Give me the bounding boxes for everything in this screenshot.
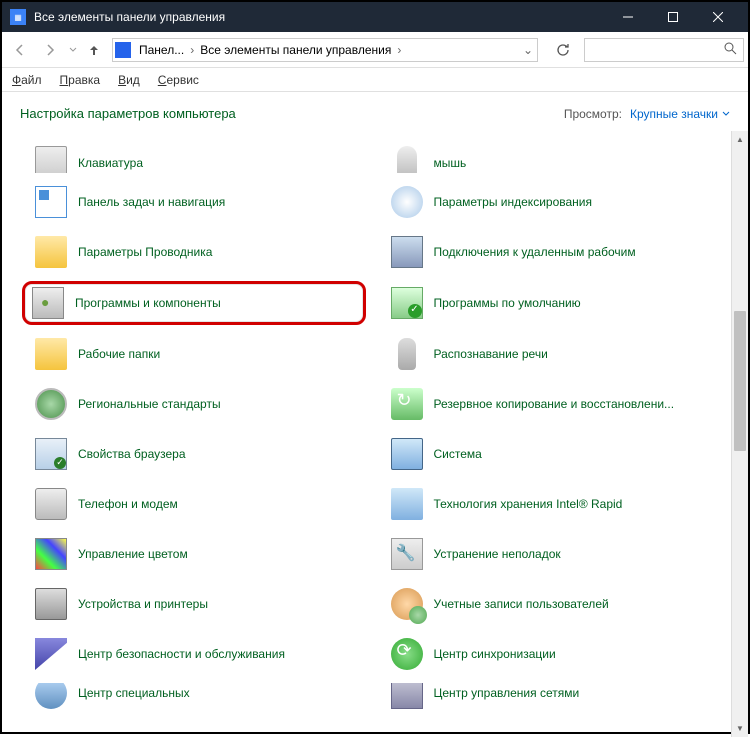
color-icon — [35, 538, 67, 570]
microphone-icon — [398, 338, 416, 370]
storage-icon — [391, 488, 423, 520]
network-icon — [391, 683, 423, 709]
item-color[interactable]: Управление цветом — [30, 533, 366, 575]
view-label: Просмотр: — [564, 107, 622, 121]
defaults-icon — [391, 287, 423, 319]
refresh-icon — [556, 43, 570, 57]
close-button[interactable] — [695, 2, 740, 32]
item-explorer[interactable]: Параметры Проводника — [30, 231, 366, 273]
indexing-icon — [391, 186, 423, 218]
address-bar[interactable]: Панел... › Все элементы панели управлени… — [112, 38, 538, 62]
header: Настройка параметров компьютера Просмотр… — [2, 92, 748, 131]
back-icon — [12, 42, 28, 58]
mouse-icon — [397, 146, 417, 173]
menu-edit[interactable]: Правка — [60, 73, 101, 87]
sync-icon — [391, 638, 423, 670]
menubar: Файл Правка Вид Сервис — [2, 68, 748, 92]
item-access[interactable]: Центр специальных — [30, 683, 366, 725]
phone-icon — [35, 488, 67, 520]
item-security[interactable]: Центр безопасности и обслуживания — [30, 633, 366, 675]
menu-file[interactable]: Файл — [12, 73, 42, 87]
breadcrumb-seg2[interactable]: Все элементы панели управления — [196, 43, 395, 57]
scroll-down-button[interactable]: ▼ — [732, 720, 748, 737]
item-troubleshoot[interactable]: Устранение неполадок — [386, 533, 722, 575]
item-indexing[interactable]: Параметры индексирования — [386, 181, 722, 223]
item-mouse[interactable]: мышь — [386, 131, 722, 173]
users-icon — [391, 588, 423, 620]
monitor-icon — [391, 438, 423, 470]
item-backup[interactable]: Резервное копирование и восстановлени... — [386, 383, 722, 425]
window-title: Все элементы панели управления — [34, 10, 605, 24]
scroll-thumb[interactable] — [734, 311, 746, 451]
item-network[interactable]: Центр управления сетями — [386, 683, 722, 725]
scroll-up-button[interactable]: ▲ — [732, 131, 748, 148]
item-phone[interactable]: Телефон и модем — [30, 483, 366, 525]
programs-icon — [32, 287, 64, 319]
item-region[interactable]: Региональные стандарты — [30, 383, 366, 425]
search-input[interactable] — [584, 38, 744, 62]
control-panel-icon: ▦ — [10, 9, 26, 25]
item-users[interactable]: Учетные записи пользователей — [386, 583, 722, 625]
folder-icon — [35, 236, 67, 268]
up-icon — [87, 43, 101, 57]
remote-icon — [391, 236, 423, 268]
chevron-down-icon — [69, 46, 77, 54]
flag-icon — [35, 638, 67, 670]
recent-button[interactable] — [66, 36, 80, 64]
page-title: Настройка параметров компьютера — [20, 106, 236, 121]
minimize-icon — [623, 12, 633, 22]
item-speech[interactable]: Распознавание речи — [386, 333, 722, 375]
minimize-button[interactable] — [605, 2, 650, 32]
refresh-button[interactable] — [548, 38, 578, 62]
back-button[interactable] — [6, 36, 34, 64]
taskbar-icon — [35, 186, 67, 218]
close-icon — [713, 12, 723, 22]
breadcrumb-seg1[interactable]: Панел... — [135, 43, 188, 57]
search-icon — [724, 42, 737, 58]
up-button[interactable] — [82, 38, 106, 62]
menu-view[interactable]: Вид — [118, 73, 140, 87]
printer-icon — [35, 588, 67, 620]
item-taskbar[interactable]: Панель задач и навигация — [30, 181, 366, 223]
chevron-right-icon: › — [188, 43, 196, 57]
item-system[interactable]: Система — [386, 433, 722, 475]
navbar: Панел... › Все элементы панели управлени… — [2, 32, 748, 68]
keyboard-icon — [35, 146, 67, 173]
item-programs[interactable]: Программы и компоненты — [22, 281, 366, 325]
workfolders-icon — [35, 338, 67, 370]
items-panel: Клавиатура мышь Панель задач и навигация… — [2, 131, 731, 737]
titlebar: ▦ Все элементы панели управления — [2, 2, 748, 32]
backup-icon — [391, 388, 423, 420]
view-select[interactable]: Крупные значки — [630, 107, 730, 121]
item-keyboard[interactable]: Клавиатура — [30, 131, 366, 173]
accessibility-icon — [35, 683, 67, 709]
scrollbar[interactable]: ▲ ▼ — [731, 131, 748, 737]
item-browser[interactable]: Свойства браузера — [30, 433, 366, 475]
chevron-down-icon[interactable]: ⌄ — [521, 43, 535, 57]
wrench-icon — [391, 538, 423, 570]
browser-icon — [35, 438, 67, 470]
maximize-icon — [668, 12, 678, 22]
item-intel[interactable]: Технология хранения Intel® Rapid — [386, 483, 722, 525]
menu-tools[interactable]: Сервис — [158, 73, 199, 87]
item-sync[interactable]: Центр синхронизации — [386, 633, 722, 675]
item-workfolders[interactable]: Рабочие папки — [30, 333, 366, 375]
item-defaults[interactable]: Программы по умолчанию — [386, 281, 722, 325]
item-remote[interactable]: Подключения к удаленным рабочим — [386, 231, 722, 273]
maximize-button[interactable] — [650, 2, 695, 32]
window-controls — [605, 2, 740, 32]
forward-button[interactable] — [36, 36, 64, 64]
item-printers[interactable]: Устройства и принтеры — [30, 583, 366, 625]
globe-icon — [35, 388, 67, 420]
forward-icon — [42, 42, 58, 58]
chevron-right-icon: › — [395, 43, 403, 57]
location-icon — [115, 42, 131, 58]
chevron-down-icon — [722, 110, 730, 118]
